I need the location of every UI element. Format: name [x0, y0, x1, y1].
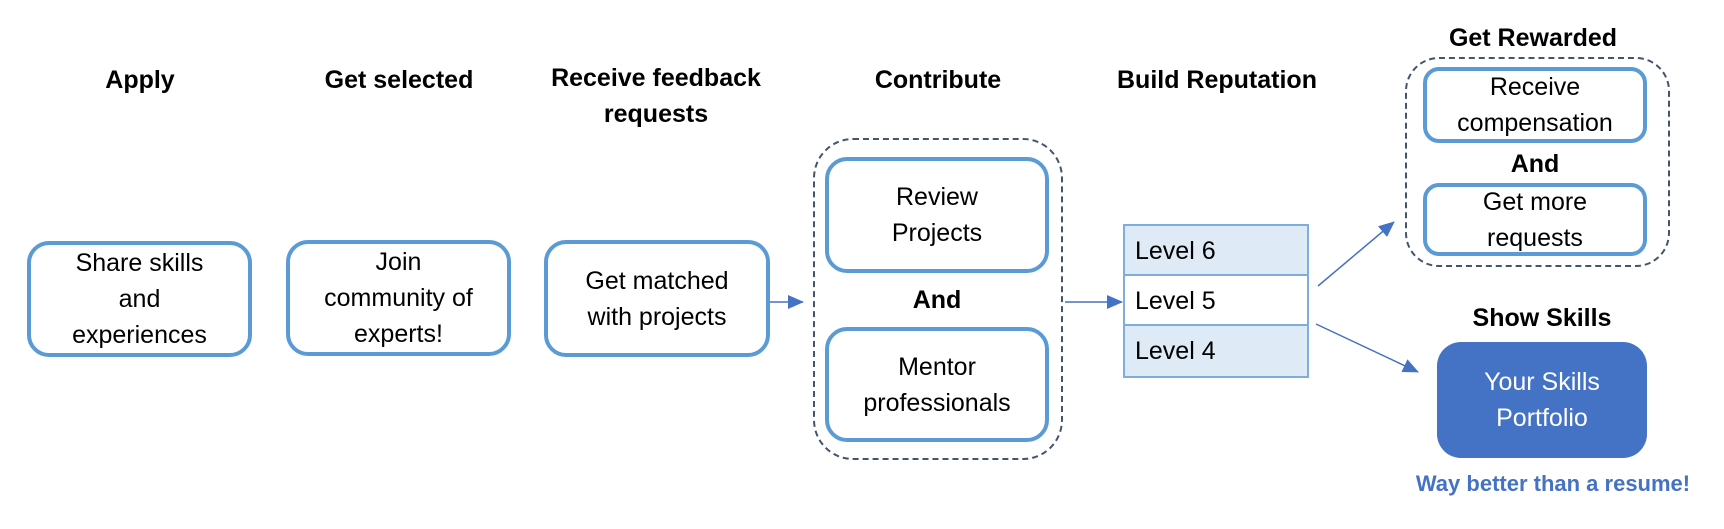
level-row: Level 6 — [1125, 226, 1307, 276]
box-line: experiences — [72, 321, 207, 349]
box-line: requests — [1487, 223, 1583, 252]
review-projects-box: Review Projects — [825, 157, 1049, 273]
box-line: Portfolio — [1496, 404, 1588, 432]
title-line: Receive feedback — [551, 64, 761, 92]
box-line: experts! — [354, 320, 443, 348]
box-line: Mentor — [898, 352, 976, 381]
arrow-reputation-to-show-skills — [1315, 323, 1419, 373]
portfolio-tagline: Way better than a resume! — [1415, 471, 1691, 496]
box-line: and — [118, 285, 161, 313]
mentor-professionals-box: Mentor professionals — [825, 327, 1049, 442]
box-line: Projects — [891, 219, 983, 247]
box-line: community of — [324, 284, 473, 312]
get-rewarded-title: Get Rewarded — [1448, 24, 1618, 52]
box-line: Share skills — [75, 249, 204, 277]
receive-compensation-box: Receive compensation — [1423, 67, 1647, 143]
box-line: professionals — [863, 388, 1011, 417]
box-line: with projects — [587, 302, 727, 331]
step-box-get-matched: Get matched with projects — [544, 240, 770, 357]
step-box-apply: Share skills and experiences — [27, 241, 252, 357]
step-title-build-reputation: Build Reputation — [1117, 66, 1317, 94]
box-line: compensation — [1457, 109, 1613, 137]
box-line: Review — [896, 183, 978, 211]
box-line: Join — [375, 248, 422, 276]
reputation-levels: Level 6 Level 5 Level 4 — [1123, 224, 1309, 378]
level-row: Level 5 — [1125, 276, 1307, 326]
step-title-contribute: Contribute — [874, 66, 1002, 94]
box-line: Your Skills — [1484, 368, 1600, 396]
arrow-reputation-to-rewarded — [1317, 221, 1395, 287]
title-line: requests — [603, 100, 709, 128]
box-line: Receive — [1489, 73, 1581, 101]
skills-portfolio-box: Your Skills Portfolio — [1437, 342, 1647, 458]
box-line: Get matched — [585, 266, 729, 295]
get-more-requests-box: Get more requests — [1423, 183, 1647, 256]
show-skills-title: Show Skills — [1472, 304, 1612, 332]
step-title-get-selected: Get selected — [324, 66, 474, 94]
and-connector-rewarded: And — [1510, 150, 1560, 178]
box-line: Get more — [1482, 187, 1588, 216]
step-box-get-selected: Join community of experts! — [286, 240, 511, 356]
step-title-receive-feedback: Receive feedback requests — [536, 60, 776, 132]
level-row: Level 4 — [1125, 326, 1307, 376]
and-connector-contribute: And — [912, 286, 962, 314]
step-title-apply: Apply — [105, 66, 175, 94]
